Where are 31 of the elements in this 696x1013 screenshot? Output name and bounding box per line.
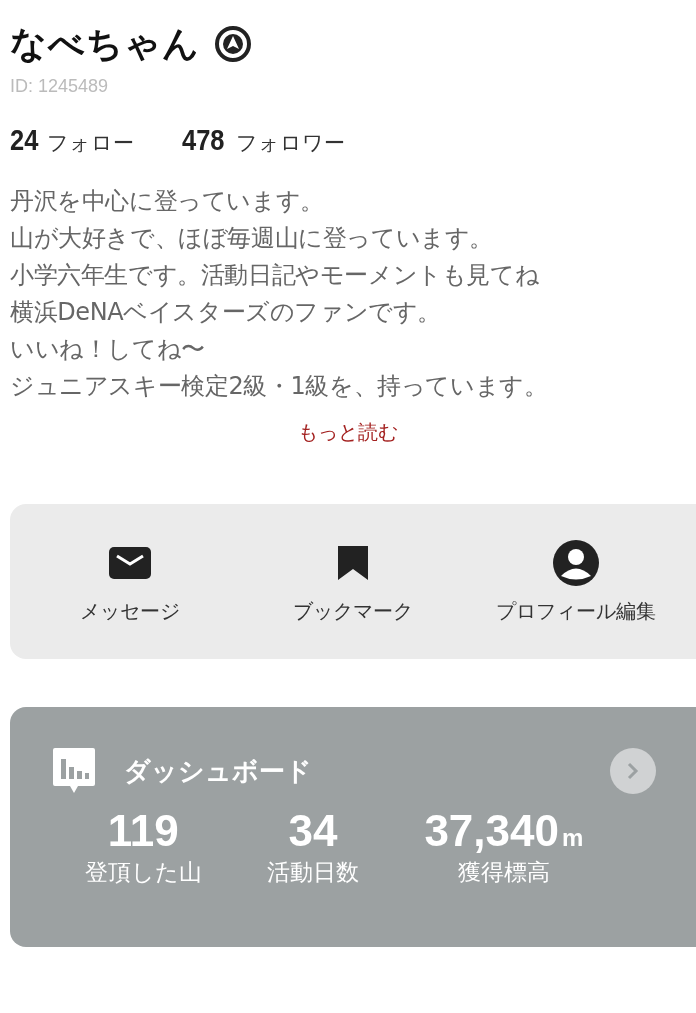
stat-label: 活動日数 [267,858,360,887]
user-icon [552,539,601,587]
next-button[interactable] [610,748,656,794]
bookmark-icon [337,545,369,581]
bio-text: 横浜DeNAベイスターズのファンです。 [10,297,443,328]
bio-text: いいね！してね〜 [10,334,206,365]
action-button[interactable]: ブックマーク [253,538,453,625]
bio-text: 山が大好きで、ほぼ毎週山に登っています。 [10,223,494,254]
bio-text: 丹沢を中心に登っています。 [10,186,325,217]
follow-label[interactable]: フォロワー [236,129,346,157]
stat-value: 34 [288,807,338,855]
action-button[interactable]: メッセージ [29,538,230,625]
stat-label: 獲得標高 [457,858,550,887]
bio-text: ジュニアスキー検定2級・1級を、持っています。 [10,371,549,402]
mountain-badge-icon [214,25,252,63]
user-name: なべちゃん [10,21,200,66]
dashboard-title: ダッシュボード [124,754,313,788]
read-more-link[interactable]: もっと読む [298,419,398,446]
follow-count[interactable]: 478 [182,123,225,157]
stat-label: 登頂した山 [84,858,202,887]
bio-text: 小学六年生です。活動日記やモーメントも見てね [10,260,541,291]
action-button[interactable]: プロフィール編集 [476,538,677,625]
user-id: ID: 1245489 [10,76,110,97]
chevron-right-icon [626,761,640,781]
stat-value: 37,340 [424,807,559,855]
stat-unit: m [561,824,584,852]
chart-icon [52,747,96,795]
follow-count[interactable]: 24 [10,123,39,157]
follow-label[interactable]: フォロー [47,129,135,157]
envelope-icon [107,546,152,580]
stat-value: 119 [107,807,179,855]
